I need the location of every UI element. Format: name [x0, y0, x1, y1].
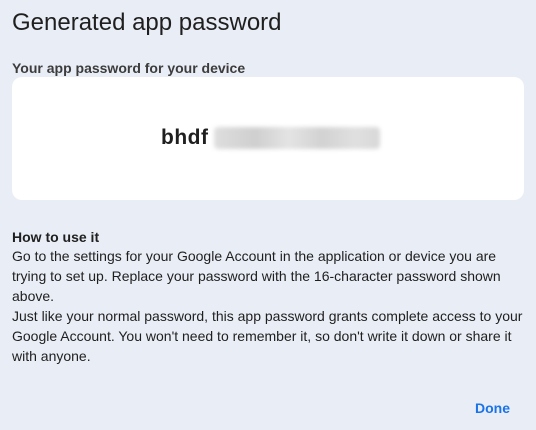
password-visible-text[interactable]: bhdf [161, 125, 208, 151]
howto-paragraph: Go to the settings for your Google Accou… [12, 248, 501, 304]
dialog-title: Generated app password [12, 9, 282, 36]
password-subheading: Your app password for your device [12, 60, 246, 76]
password-display[interactable]: bhdf [161, 125, 381, 151]
howto-instructions: Go to the settings for your Google Accou… [12, 246, 527, 366]
password-card: bhdf [12, 77, 524, 200]
howto-heading: How to use it [12, 229, 100, 245]
howto-paragraph: Just like your normal password, this app… [12, 308, 523, 364]
app-password-dialog: Generated app password Your app password… [0, 0, 536, 430]
done-button[interactable]: Done [467, 396, 518, 420]
password-redacted-blur [214, 127, 381, 149]
